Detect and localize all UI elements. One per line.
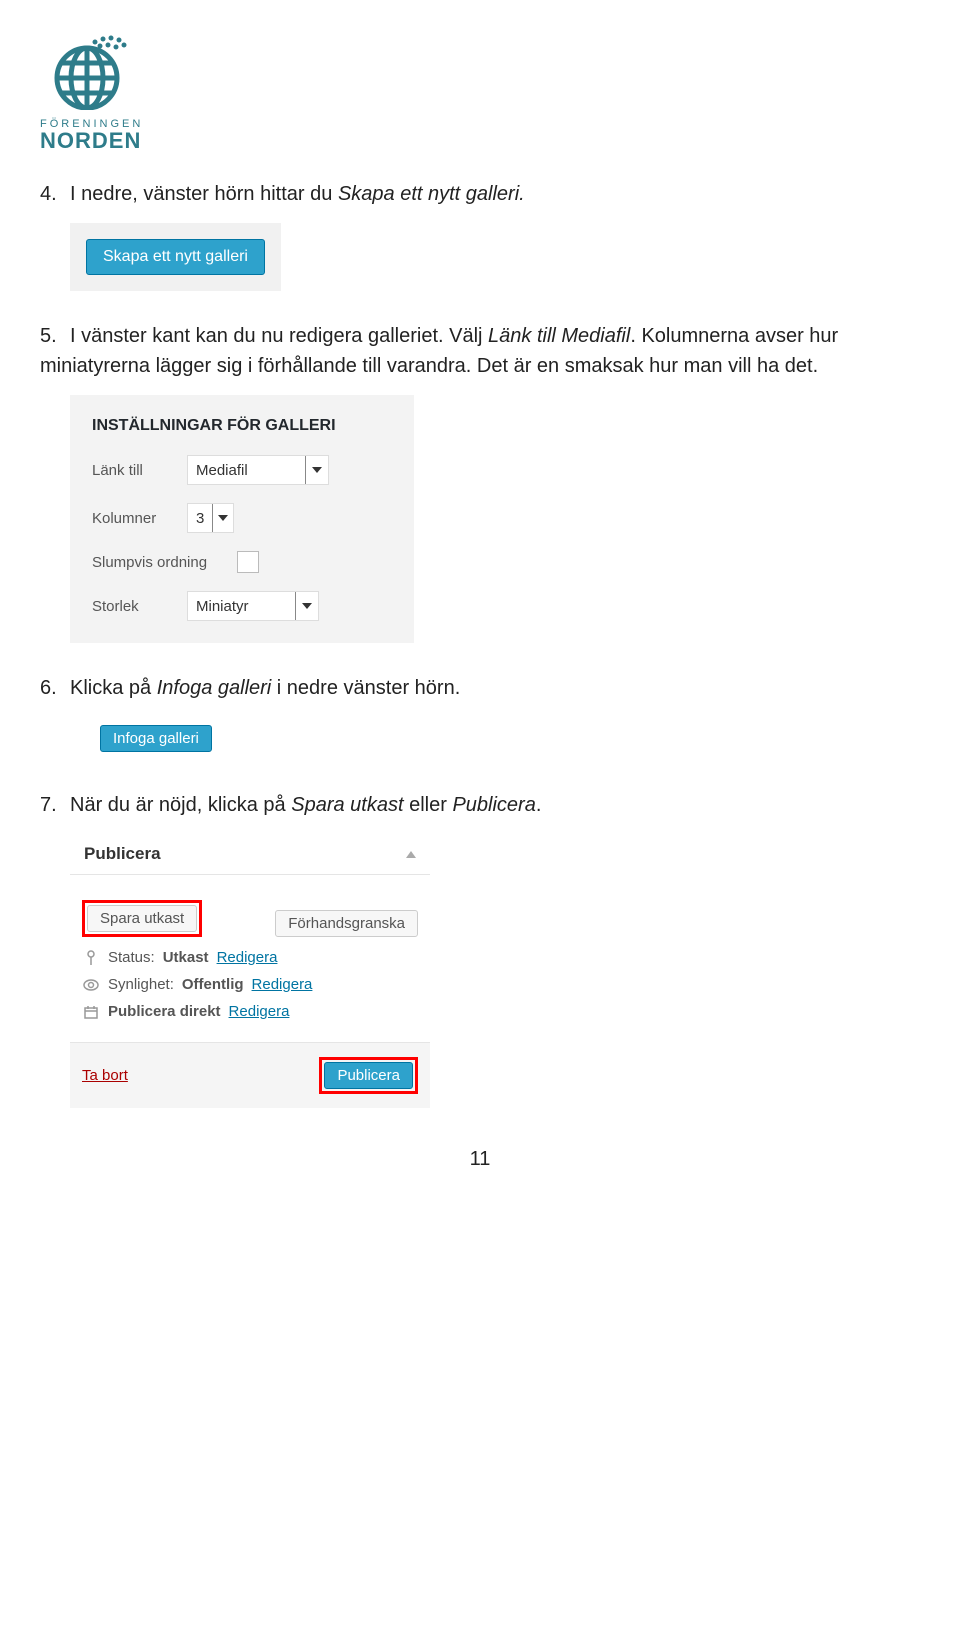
size-label: Storlek: [92, 598, 187, 615]
eye-icon: [82, 979, 100, 991]
columns-select[interactable]: 3: [187, 503, 234, 533]
logo: FÖRENINGEN NORDEN: [40, 30, 920, 154]
chevron-down-icon: [295, 592, 318, 620]
status-label: Status:: [108, 949, 155, 966]
page-number: 11: [40, 1148, 920, 1171]
highlight-publish: Publicera: [319, 1057, 418, 1094]
schedule-edit-link[interactable]: Redigera: [229, 1003, 290, 1020]
collapse-icon[interactable]: [406, 851, 416, 858]
size-select[interactable]: Miniatyr: [187, 591, 319, 621]
random-order-label: Slumpvis ordning: [92, 554, 237, 571]
instruction-6: 6.Klicka på Infoga galleri i nedre vänst…: [40, 673, 920, 703]
status-edit-link[interactable]: Redigera: [217, 949, 278, 966]
status-value: Utkast: [163, 949, 209, 966]
preview-button[interactable]: Förhandsgranska: [275, 910, 418, 937]
link-to-label: Länk till: [92, 462, 187, 479]
instruction-7: 7.När du är nöjd, klicka på Spara utkast…: [40, 790, 920, 820]
screenshot-insert-gallery: Infoga galleri: [100, 717, 220, 760]
globe-icon: [40, 30, 135, 110]
delete-link[interactable]: Ta bort: [82, 1067, 128, 1084]
link-to-select[interactable]: Mediafil: [187, 455, 329, 485]
chevron-down-icon: [305, 456, 328, 484]
visibility-value: Offentlig: [182, 976, 244, 993]
gallery-settings-panel: INSTÄLLNINGAR FÖR GALLERI Länk till Medi…: [70, 395, 414, 643]
visibility-edit-link[interactable]: Redigera: [252, 976, 313, 993]
save-draft-button[interactable]: Spara utkast: [87, 905, 197, 932]
publish-button[interactable]: Publicera: [324, 1062, 413, 1089]
publish-panel: Publicera Spara utkast Förhandsgranska S…: [70, 834, 430, 1108]
logo-title: NORDEN: [40, 128, 920, 154]
visibility-label: Synlighet:: [108, 976, 174, 993]
instruction-5: 5.I vänster kant kan du nu redigera gall…: [40, 321, 920, 381]
pin-icon: [82, 950, 100, 966]
settings-title: INSTÄLLNINGAR FÖR GALLERI: [92, 417, 392, 435]
schedule-label: Publicera direkt: [108, 1003, 221, 1020]
create-gallery-button[interactable]: Skapa ett nytt galleri: [86, 239, 265, 275]
calendar-icon: [82, 1005, 100, 1019]
columns-label: Kolumner: [92, 510, 187, 527]
publish-title: Publicera: [84, 844, 161, 864]
chevron-down-icon: [212, 504, 233, 532]
highlight-save-draft: Spara utkast: [82, 900, 202, 937]
random-order-checkbox[interactable]: [237, 551, 259, 573]
insert-gallery-button[interactable]: Infoga galleri: [100, 725, 212, 752]
screenshot-create-gallery: Skapa ett nytt galleri: [70, 223, 281, 291]
instruction-4: 4.I nedre, vänster hörn hittar du Skapa …: [40, 179, 920, 209]
